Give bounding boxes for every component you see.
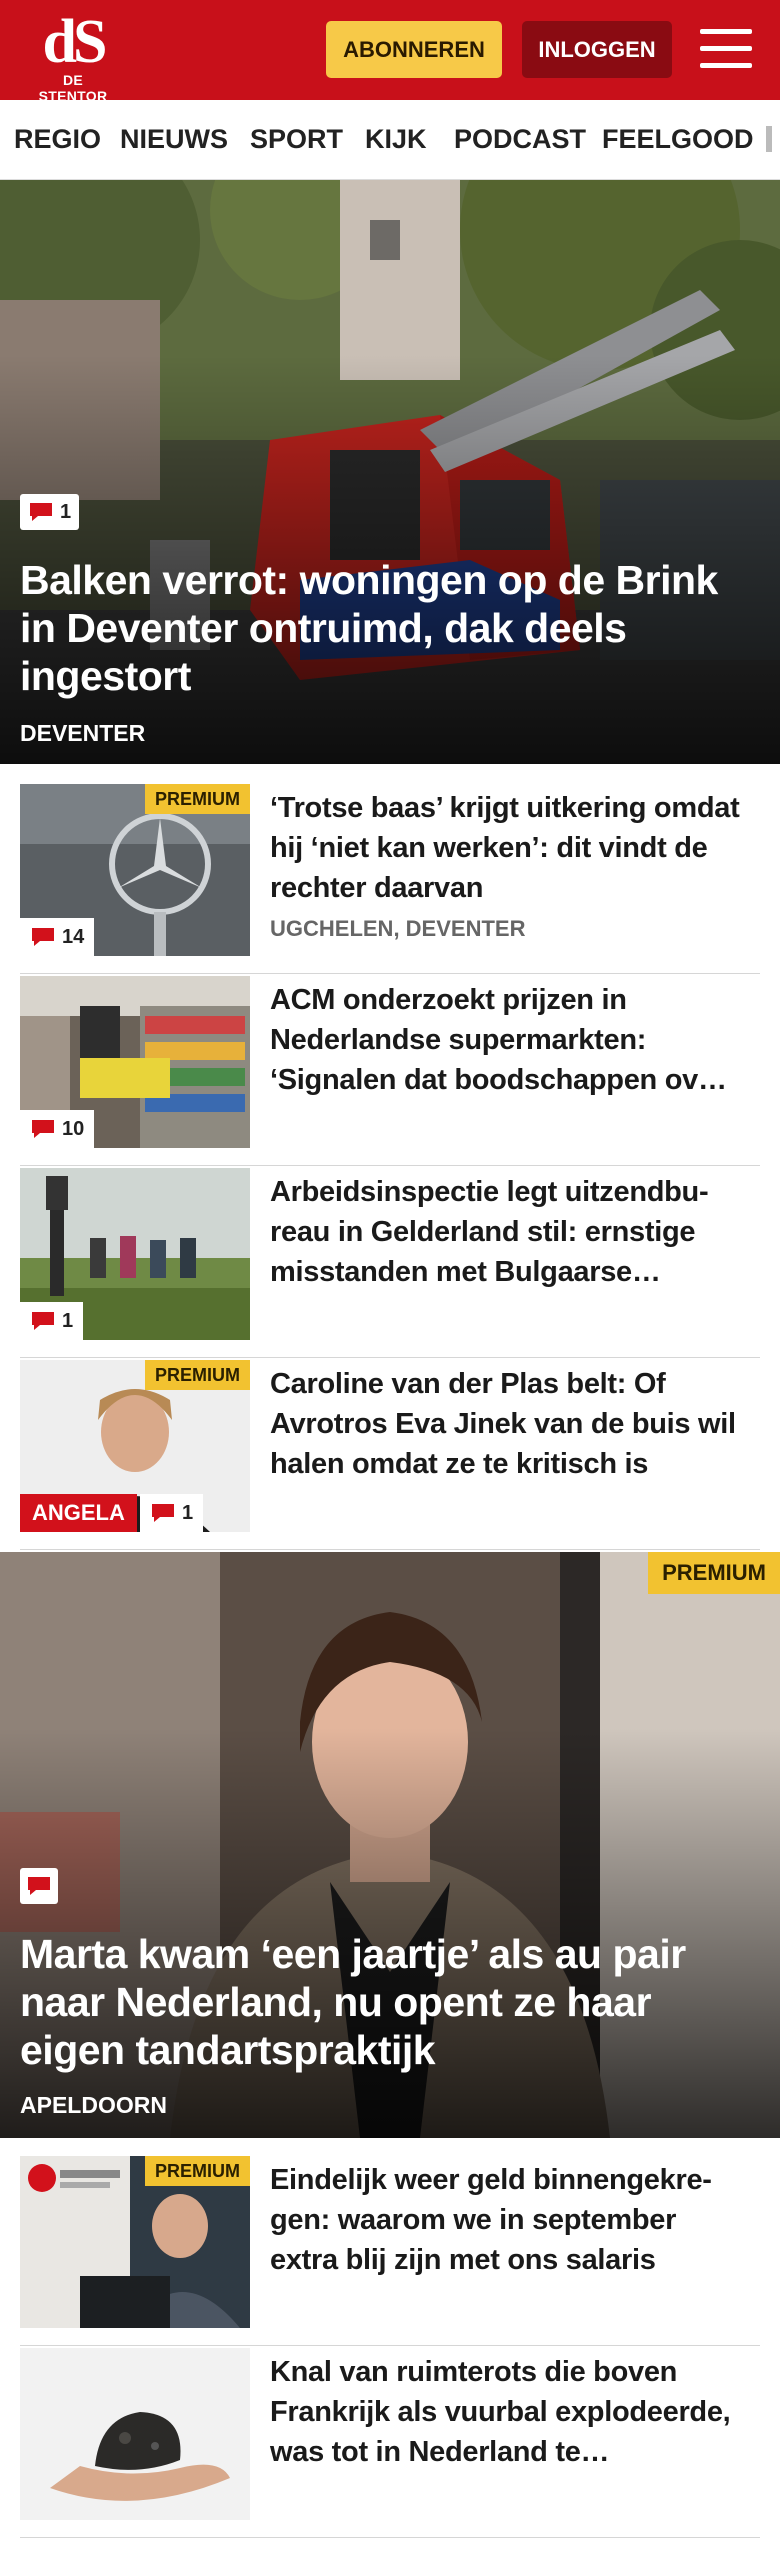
hero-article-fire-truck[interactable]: 1 Balken verrot: woningen op de Brink in… [0, 180, 780, 764]
list-item[interactable]: 1 Arbeidsinspectie legt uitzendbu­reau i… [20, 1168, 760, 1358]
article-location: UGCHELEN, DEVENTER [270, 916, 526, 941]
list-item[interactable]: PREMIUM Eindelijk weer geld binnengekre­… [20, 2156, 760, 2346]
nav-item-kijk[interactable]: KIJK [365, 124, 427, 155]
article-thumbnail: 1 [20, 1168, 250, 1340]
section-nav: REGIO NIEUWS SPORT KIJK PODCAST FEELGOOD [0, 100, 780, 180]
article-title[interactable]: Arbeidsinspectie legt uitzendbu­reau in … [270, 1172, 750, 1292]
hero-article-dentist[interactable]: PREMIUM Marta kwam ‘een jaartje’ als au … [0, 1552, 780, 2138]
article-title[interactable]: ‘Trotse baas’ krijgt uitkering omdat hij… [270, 788, 750, 908]
column-label: ANGELA [20, 1494, 137, 1532]
hero-location: APELDOORN [20, 2092, 167, 2118]
article-thumbnail: PREMIUM [20, 2156, 250, 2328]
nav-item-nieuws[interactable]: NIEUWS [120, 124, 228, 155]
comment-count: 1 [60, 500, 72, 523]
nav-overflow-indicator [766, 126, 772, 152]
nav-item-sport[interactable]: SPORT [250, 124, 343, 155]
article-title[interactable]: Eindelijk weer geld binnengekre­gen: waa… [270, 2160, 750, 2280]
comment-count: 1 [62, 1309, 74, 1332]
thumbnail-comment-badge[interactable]: 1 [140, 1494, 204, 1532]
article-title[interactable]: ACM onderzoekt prijzen in Nederlandse su… [270, 980, 750, 1100]
hero-location: DEVENTER [20, 720, 146, 746]
comment-icon [32, 1120, 54, 1138]
login-button[interactable]: INLOGGEN [522, 21, 672, 78]
hero-title[interactable]: Balken verrot: woningen op de Brink in D… [20, 556, 760, 700]
comment-icon [32, 1312, 54, 1330]
list-item[interactable]: 10 ACM onderzoekt prijzen in Nederlandse… [20, 976, 760, 1166]
premium-badge: PREMIUM [145, 784, 250, 814]
list-item[interactable]: PREMIUM ANGELA 1 Caroline van der Plas b… [20, 1360, 760, 1550]
nav-item-podcast[interactable]: PODCAST [454, 124, 586, 155]
comment-count: 10 [62, 1117, 85, 1140]
comment-icon [28, 1877, 50, 1895]
premium-badge: PREMIUM [648, 1552, 780, 1594]
comment-icon [32, 928, 54, 946]
article-thumbnail [20, 2348, 250, 2520]
thumbnail-image-meteorite [20, 2348, 250, 2520]
hero-comment-badge[interactable]: 1 [20, 494, 80, 530]
thumbnail-comment-badge[interactable]: 1 [20, 1302, 84, 1340]
hero-comment-badge[interactable] [20, 1868, 58, 1904]
hamburger-menu-icon[interactable] [700, 27, 752, 71]
article-thumbnail: 10 [20, 976, 250, 1148]
list-item[interactable]: PREMIUM 14 ‘Trotse baas’ krijgt uitkerin… [20, 784, 760, 974]
site-header: dS DE STENTOR ABONNEREN INLOGGEN [0, 0, 780, 104]
subscribe-button[interactable]: ABONNEREN [326, 21, 502, 78]
site-logo[interactable]: dS DE STENTOR [28, 8, 118, 104]
article-thumbnail: PREMIUM ANGELA 1 [20, 1360, 250, 1532]
nav-item-feelgood[interactable]: FEELGOOD [602, 124, 754, 155]
article-title[interactable]: Knal van ruimterots die boven Frankrijk … [270, 2352, 750, 2472]
hero-title[interactable]: Marta kwam ‘een jaartje’ als au pair naa… [20, 1930, 760, 2074]
comment-icon [30, 503, 52, 521]
comment-count: 14 [62, 925, 85, 948]
list-item[interactable]: Knal van ruimterots die boven Frankrijk … [20, 2348, 760, 2538]
article-title[interactable]: Caroline van der Plas belt: Of Avrotros … [270, 1364, 750, 1484]
thumbnail-comment-badge[interactable]: 14 [20, 918, 95, 956]
comment-count: 1 [182, 1501, 194, 1524]
premium-badge: PREMIUM [145, 1360, 250, 1390]
thumbnail-comment-badge[interactable]: 10 [20, 1110, 95, 1148]
nav-item-regio[interactable]: REGIO [14, 124, 101, 155]
logo-mark: dS [42, 8, 108, 76]
article-thumbnail: PREMIUM 14 [20, 784, 250, 956]
premium-badge: PREMIUM [145, 2156, 250, 2186]
comment-icon [152, 1504, 174, 1522]
